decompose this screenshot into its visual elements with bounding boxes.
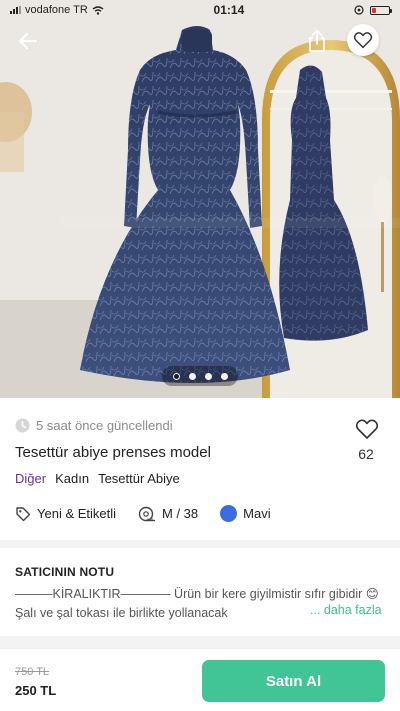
size-text: M / 38 (162, 506, 199, 521)
image-pager (162, 366, 238, 386)
updated-text: 5 saat önce güncellendi (36, 418, 173, 433)
category-breadcrumb: Diğer Kadın Tesettür Abiye (15, 471, 180, 486)
show-more-link[interactable]: ... daha fazla (296, 603, 382, 617)
product-image[interactable] (0, 0, 400, 398)
back-button[interactable] (14, 26, 44, 56)
old-price: 750 TL (15, 666, 50, 678)
heart-icon (353, 32, 373, 49)
share-icon (309, 29, 325, 52)
category-link-type[interactable]: Tesettür Abiye (98, 471, 180, 486)
location-icon (354, 5, 364, 15)
clock-time: 01:14 (213, 3, 245, 17)
clock-icon (15, 418, 30, 433)
share-button[interactable] (302, 26, 332, 56)
pager-dot-2[interactable] (188, 372, 196, 380)
buy-button[interactable]: Satın Al (202, 660, 385, 702)
updated-info: 5 saat önce güncellendi (15, 418, 173, 433)
product-title: Tesettür abiye prenses model (15, 444, 211, 461)
status-bar: vodafone TR 01:14 (0, 0, 400, 20)
condition-text: Yeni & Etiketli (37, 506, 117, 521)
like-button[interactable] (352, 418, 382, 445)
dress-photo (0, 0, 400, 398)
section-divider (0, 636, 400, 648)
back-arrow-icon (18, 32, 38, 50)
attributes-row: Yeni & Etiketli M / 38 Mavi (15, 505, 293, 522)
heart-icon (355, 419, 379, 439)
pager-dot-3[interactable] (204, 372, 212, 380)
size-attribute: M / 38 (138, 506, 198, 522)
current-price: 250 TL (15, 683, 57, 698)
category-link-gender[interactable]: Kadın (55, 471, 89, 486)
tape-measure-icon (138, 506, 156, 521)
section-divider (0, 540, 400, 548)
color-attribute: Mavi (220, 505, 271, 522)
carrier-name: vodafone TR (25, 4, 88, 16)
pager-dot-4[interactable] (220, 372, 228, 380)
color-text: Mavi (243, 506, 271, 521)
seller-note-heading: SATICININ NOTU (15, 565, 115, 579)
category-link-brand[interactable]: Diğer (15, 471, 46, 486)
battery-icon (370, 5, 392, 15)
condition-attribute: Yeni & Etiketli (15, 506, 116, 522)
signal-icon (10, 6, 21, 14)
like-count: 62 (358, 446, 374, 462)
color-swatch (220, 505, 238, 522)
tag-icon (16, 506, 31, 521)
wifi-icon (92, 5, 104, 15)
pager-dot-1[interactable] (172, 372, 180, 380)
purchase-bar: 750 TL 250 TL Satın Al (0, 648, 400, 711)
favorite-button[interactable] (347, 24, 379, 56)
